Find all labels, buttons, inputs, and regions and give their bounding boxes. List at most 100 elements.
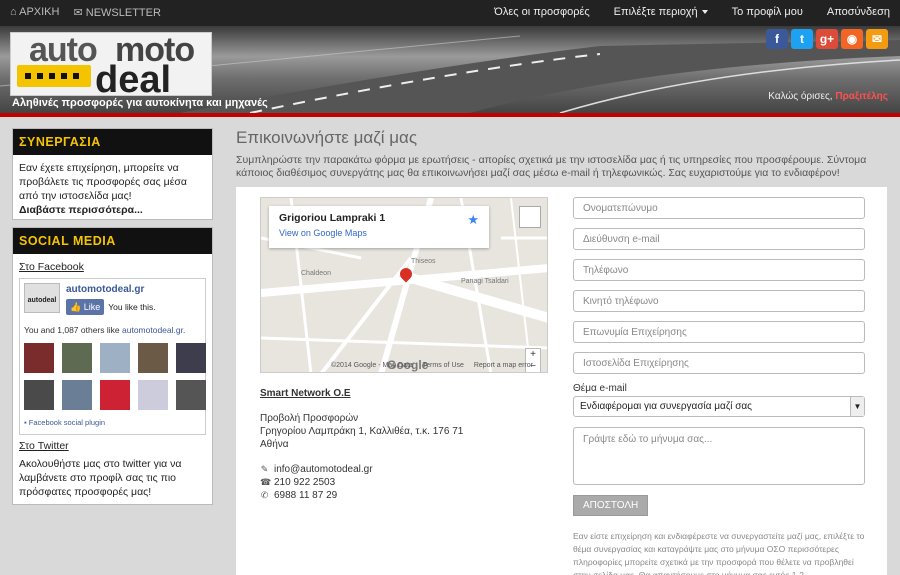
facebook-small-icon: ▪: [24, 418, 27, 427]
fan-avatar[interactable]: [138, 380, 168, 410]
fb-you-like: You like this.: [108, 302, 156, 312]
nav-home[interactable]: ⌂ ΑΡΧΙΚΗ: [10, 6, 59, 19]
map-card-address: Grigoriou Lampraki 1: [279, 212, 386, 224]
nav-logout[interactable]: Αποσύνδεση: [827, 6, 890, 18]
nav-profile[interactable]: Το προφίλ μου: [732, 6, 803, 18]
email-icon[interactable]: ✉: [866, 29, 888, 49]
map-report-link[interactable]: Report a map error: [474, 362, 533, 369]
map-copyright: ©2014 Google - Map Data: [331, 362, 413, 369]
social-icons: f t g+ ◉ ✉: [766, 29, 888, 49]
twitter-link[interactable]: Στο Twitter: [19, 440, 69, 452]
fan-avatar[interactable]: [176, 380, 206, 410]
contact-panel: Chaldeon Thiseos Panagi Tsaldari Grigori…: [236, 187, 887, 575]
nav-newsletter[interactable]: ✉ NEWSLETTER: [73, 6, 160, 19]
fb-page-logo[interactable]: autodeal: [24, 283, 60, 313]
synergy-read-more[interactable]: Διαβάστε περισσότερα...: [19, 203, 206, 217]
map-zoom-control: + −: [525, 348, 541, 372]
facebook-link[interactable]: Στο Facebook: [19, 261, 84, 273]
phone-input[interactable]: Τηλέφωνο: [573, 259, 865, 281]
fan-avatar[interactable]: [100, 343, 130, 373]
nav-choose-area-label: Επιλέξτε περιοχή: [613, 6, 698, 18]
fb-like-label: Like: [83, 302, 101, 312]
caret-down-icon: [701, 10, 708, 15]
top-navbar: ⌂ ΑΡΧΙΚΗ ✉ NEWSLETTER Όλες οι προσφορές …: [0, 0, 900, 26]
submit-button[interactable]: ΑΠΟΣΤΟΛΗ: [573, 495, 649, 516]
twitter-icon[interactable]: t: [791, 29, 813, 49]
company-address: Smart Network O.E Προβολή Προσφορών Γρηγ…: [260, 387, 463, 451]
fan-avatar[interactable]: [62, 380, 92, 410]
mobile-icon: ✆: [260, 490, 269, 500]
map-info-card: Grigoriou Lampraki 1 View on Google Maps…: [269, 206, 489, 248]
fan-avatar[interactable]: [100, 380, 130, 410]
page-title: Επικοινωνήστε μαζί μας: [236, 128, 418, 147]
map-terms-link[interactable]: Terms of Use: [423, 362, 464, 369]
contact-form: Ονοματεπώνυμο Διεύθυνση e-mail Τηλέφωνο …: [573, 197, 865, 575]
street-label: Thiseos: [411, 258, 436, 265]
fan-avatar[interactable]: [24, 343, 54, 373]
street-label: Chaldeon: [301, 270, 331, 277]
view-on-google-maps-link[interactable]: View on Google Maps: [279, 228, 479, 238]
map-footer: ©2014 Google - Map Data Terms of Use Rep…: [331, 362, 541, 369]
fb-others-text: You and 1,087 others like: [24, 325, 120, 335]
subject-select[interactable]: Ενδιαφέρομαι για συνεργασία μαζί σας ▼: [573, 396, 865, 417]
street-label: Panagi Tsaldari: [461, 278, 509, 285]
address-line: Αθήνα: [260, 439, 289, 450]
subject-value: Ενδιαφέρομαι για συνεργασία μαζί σας: [580, 401, 753, 412]
fb-like-button[interactable]: 👍 Like: [66, 299, 105, 315]
contact-email[interactable]: info@automotodeal.gr: [274, 463, 373, 476]
star-icon[interactable]: ★: [467, 212, 479, 228]
fb-others-page[interactable]: automotodeal.gr.: [122, 325, 185, 335]
email-input[interactable]: Διεύθυνση e-mail: [573, 228, 865, 250]
website-input[interactable]: Ιστοσελίδα Επιχείρησης: [573, 352, 865, 374]
contact-mobile: 6988 11 87 29: [274, 490, 338, 501]
form-note: Εαν είστε επιχείρηση και ενδιαφέρεστε να…: [573, 531, 865, 575]
social-media-title: SOCIAL MEDIA: [13, 228, 212, 254]
fb-plugin-label: ▪ Facebook social plugin: [24, 416, 201, 430]
fb-faces: [24, 343, 206, 410]
site-logo[interactable]: auto moto deal: [10, 31, 212, 101]
synergy-title: ΣΥΝΕΡΓΑΣΙΑ: [13, 129, 212, 155]
social-media-box: SOCIAL MEDIA Στο Facebook autodeal autom…: [12, 227, 213, 505]
facebook-like-box: autodeal automotodeal.gr 👍 Like You like …: [19, 278, 206, 435]
subject-label: Θέμα e-mail: [573, 383, 627, 394]
street-view-thumbnail[interactable]: [519, 206, 541, 228]
fan-avatar[interactable]: [138, 343, 168, 373]
envelope-icon: ✉: [73, 7, 83, 19]
address-line: Προβολή Προσφορών: [260, 413, 359, 424]
google-plus-icon[interactable]: g+: [816, 29, 838, 49]
fb-plugin-text: Facebook social plugin: [28, 418, 106, 427]
nav-all-offers[interactable]: Όλες οι προσφορές: [494, 6, 589, 18]
thumbs-up-icon: 👍: [70, 302, 82, 312]
zoom-in-button[interactable]: +: [526, 349, 540, 361]
google-map[interactable]: Chaldeon Thiseos Panagi Tsaldari Grigori…: [260, 197, 548, 373]
fb-page-name[interactable]: automotodeal.gr: [66, 283, 156, 297]
mobile-input[interactable]: Κινητό τηλέφωνο: [573, 290, 865, 312]
nav-choose-area[interactable]: Επιλέξτε περιοχή: [614, 6, 708, 18]
header-divider: [0, 113, 900, 117]
message-textarea[interactable]: Γράψτε εδώ το μήνυμα σας...: [573, 427, 865, 485]
nav-home-label: ΑΡΧΙΚΗ: [19, 6, 60, 18]
facebook-icon[interactable]: f: [766, 29, 788, 49]
checkered-flag-icon: [17, 65, 91, 87]
company-name[interactable]: Smart Network O.E: [260, 387, 463, 400]
contact-details: ✎ info@automotodeal.gr ☎ 210 922 2503 ✆ 698…: [260, 463, 373, 502]
fb-others-like: You and 1,087 others like automotodeal.g…: [24, 323, 201, 337]
name-input[interactable]: Ονοματεπώνυμο: [573, 197, 865, 219]
logo-deal: deal: [95, 59, 172, 101]
fan-avatar[interactable]: [24, 380, 54, 410]
fan-avatar[interactable]: [176, 343, 206, 373]
address-line: Γρηγορίου Λαμπράκη 1, Καλλιθέα, τ.κ. 176…: [260, 426, 464, 437]
welcome-user-link[interactable]: Πραξιτέλης: [835, 91, 888, 102]
rss-icon[interactable]: ◉: [841, 29, 863, 49]
synergy-text: Εαν έχετε επιχείρηση, μπορείτε να προβάλ…: [19, 162, 187, 202]
contact-phone: 210 922 2503: [274, 477, 336, 488]
twitter-text: Ακολουθήστε μας στο twitter για να λαμβά…: [19, 458, 182, 498]
pen-icon: ✎: [260, 464, 269, 474]
company-name-input[interactable]: Επωνυμία Επιχείρησης: [573, 321, 865, 343]
welcome-text: Καλώς όρισες,: [768, 91, 833, 102]
fan-avatar[interactable]: [62, 343, 92, 373]
synergy-box: ΣΥΝΕΡΓΑΣΙΑ Εαν έχετε επιχείρηση, μπορείτ…: [12, 128, 213, 220]
site-tagline: Αληθινές προσφορές για αυτοκίνητα και μη…: [12, 97, 268, 109]
chevron-down-icon: ▼: [850, 397, 864, 416]
intro-text: Συμπληρώστε την παρακάτω φόρμα με ερωτήσ…: [236, 154, 867, 179]
